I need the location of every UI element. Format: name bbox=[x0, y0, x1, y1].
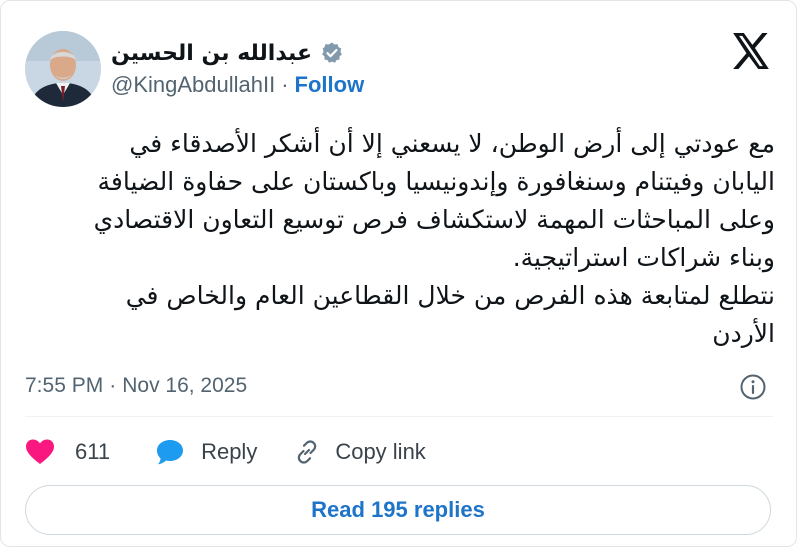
author-display-name[interactable]: عبدالله بن الحسين bbox=[111, 41, 312, 66]
tweet-text: مع عودتي إلى أرض الوطن، لا يسعني إلا أن … bbox=[93, 129, 775, 348]
divider bbox=[25, 416, 773, 417]
like-button[interactable]: 611 bbox=[25, 438, 110, 466]
link-icon bbox=[298, 440, 317, 464]
separator-dot: · bbox=[281, 72, 289, 97]
avatar[interactable] bbox=[25, 31, 101, 107]
info-icon[interactable] bbox=[739, 373, 767, 401]
like-count: 611 bbox=[75, 439, 111, 464]
follow-button[interactable]: Follow bbox=[295, 72, 365, 98]
author-handle[interactable]: @KingAbdullahII bbox=[111, 72, 275, 98]
x-logo-icon[interactable] bbox=[732, 33, 770, 69]
reply-label: Reply bbox=[201, 439, 258, 464]
tweet-date: Nov 16, 2025 bbox=[122, 374, 248, 397]
speech-bubble-icon bbox=[157, 440, 184, 465]
heart-icon bbox=[26, 439, 54, 464]
reply-button[interactable]: Reply bbox=[155, 438, 257, 466]
tweet-time: 7:55 PM bbox=[25, 374, 104, 397]
tweet-actions: 611 Reply Copy link bbox=[25, 433, 426, 471]
tweet-timestamp[interactable]: 7:55 PM · Nov 16, 2025 bbox=[25, 371, 247, 401]
timestamp-separator: · bbox=[109, 374, 117, 397]
copy-link-label: Copy link bbox=[335, 439, 426, 464]
read-replies-button[interactable]: Read 195 replies bbox=[25, 485, 771, 535]
copy-link-button[interactable]: Copy link bbox=[293, 438, 426, 466]
tweet-card: عبدالله بن الحسين @KingAbdullahII · Foll… bbox=[0, 0, 797, 547]
verified-badge-icon bbox=[322, 42, 342, 63]
